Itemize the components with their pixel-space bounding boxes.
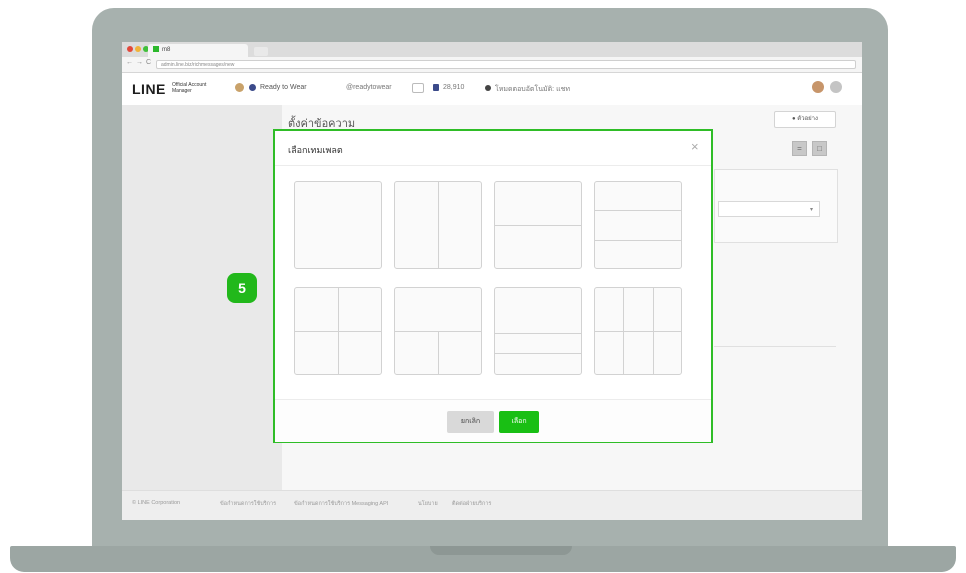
modal-footer: ยกเลิก เลือก	[275, 399, 711, 442]
divider-line	[495, 225, 581, 226]
laptop-notch	[430, 546, 572, 555]
app-header: LINE Official Account Manager Ready to W…	[122, 73, 862, 106]
account-name[interactable]: Ready to Wear	[260, 84, 307, 91]
divider-line	[595, 331, 681, 332]
footer-link-contact[interactable]: ติดต่อฝ่ายบริการ	[452, 500, 491, 508]
divider-line	[495, 353, 581, 354]
template-3-rows[interactable]	[594, 181, 682, 269]
preview-button[interactable]: ● ตัวอย่าง	[774, 111, 836, 128]
laptop-base	[10, 546, 956, 572]
account-id: @readytowear	[346, 84, 392, 91]
friends-count: 28,910	[443, 84, 465, 91]
footer-link-terms[interactable]: ข้อกำหนดการใช้บริการ	[220, 500, 276, 508]
modal-title: เลือกเทมเพลต	[288, 145, 343, 155]
divider	[714, 346, 836, 347]
account-avatar-icon	[235, 83, 244, 92]
new-tab-button[interactable]	[254, 47, 268, 56]
modal-header: เลือกเทมเพลต ×	[275, 131, 711, 166]
address-bar[interactable]: admin.line.biz/richmessages/new	[156, 60, 856, 69]
close-icon[interactable]: ×	[691, 140, 699, 153]
verified-shield-icon	[249, 84, 256, 91]
user-avatar-icon[interactable]	[812, 81, 824, 93]
preview-label: ตัวอย่าง	[797, 116, 818, 122]
select-button[interactable]: เลือก	[499, 411, 539, 433]
line-logo[interactable]: LINE	[132, 81, 166, 97]
footer-link-policy[interactable]: นโยบาย	[418, 500, 438, 508]
close-window-icon[interactable]	[127, 46, 133, 52]
logo-subtitle: Official Account Manager	[172, 82, 207, 94]
settings-dropdown[interactable]: ▾	[718, 201, 820, 217]
template-top-bottom-split[interactable]	[394, 287, 482, 375]
tab-title: m8	[162, 47, 171, 53]
grid-view-toggle[interactable]: □	[812, 141, 827, 156]
back-arrow-icon[interactable]: ←	[126, 59, 133, 66]
reload-icon[interactable]: C	[146, 59, 151, 66]
template-top-2-strips[interactable]	[494, 287, 582, 375]
minimize-window-icon[interactable]	[135, 46, 141, 52]
select-template-modal: เลือกเทมเพลต × ยกเลิก เลือก	[273, 129, 713, 443]
divider-line	[595, 210, 681, 211]
list-view-toggle[interactable]: =	[792, 141, 807, 156]
copy-icon[interactable]	[412, 83, 424, 93]
divider-line	[495, 333, 581, 334]
divider-line	[438, 182, 439, 268]
divider-line	[295, 331, 381, 332]
template-2-columns[interactable]	[394, 181, 482, 269]
divider-line	[438, 331, 439, 374]
sidebar	[122, 105, 282, 490]
divider-line	[595, 240, 681, 241]
chat-mode[interactable]: โหมดตอบอัตโนมัติ: แชท	[495, 84, 570, 95]
template-4-grid[interactable]	[294, 287, 382, 375]
page-footer: © LINE Corporation ข้อกำหนดการใช้บริการ …	[122, 490, 862, 520]
chat-bubble-icon	[485, 85, 491, 91]
browser-toolbar: ← → C admin.line.biz/richmessages/new	[122, 57, 862, 73]
footer-copyright: © LINE Corporation	[132, 500, 181, 506]
template-2-rows[interactable]	[494, 181, 582, 269]
template-3-columns-2-rows[interactable]	[594, 287, 682, 375]
template-1-full[interactable]	[294, 181, 382, 269]
friends-icon	[433, 84, 439, 91]
cancel-button[interactable]: ยกเลิก	[447, 411, 494, 433]
forward-arrow-icon[interactable]: →	[136, 59, 143, 66]
browser-tab-bar: m8	[122, 42, 862, 57]
line-favicon-icon	[153, 46, 159, 52]
settings-gear-icon[interactable]	[830, 81, 842, 93]
browser-tab[interactable]: m8	[148, 44, 248, 57]
footer-link-messaging-api[interactable]: ข้อกำหนดการใช้บริการ Messaging API	[294, 500, 388, 508]
step-number-badge: 5	[227, 273, 257, 303]
